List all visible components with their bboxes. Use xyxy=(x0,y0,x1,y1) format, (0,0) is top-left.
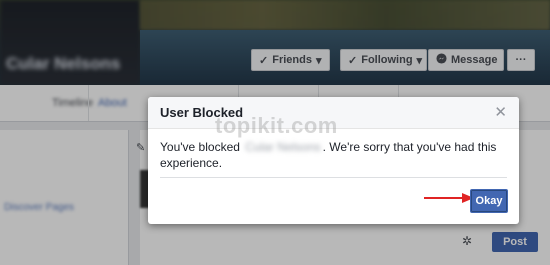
okay-button[interactable]: Okay xyxy=(470,189,508,213)
watermark: topikit.com xyxy=(215,113,338,138)
blocked-user-name: Cular Nelsons xyxy=(245,140,321,154)
dialog-footer: Okay xyxy=(148,178,519,222)
red-arrow-icon xyxy=(424,193,474,203)
close-icon[interactable]: ✕ xyxy=(494,105,507,120)
message-text-start: You've blocked xyxy=(160,140,240,154)
